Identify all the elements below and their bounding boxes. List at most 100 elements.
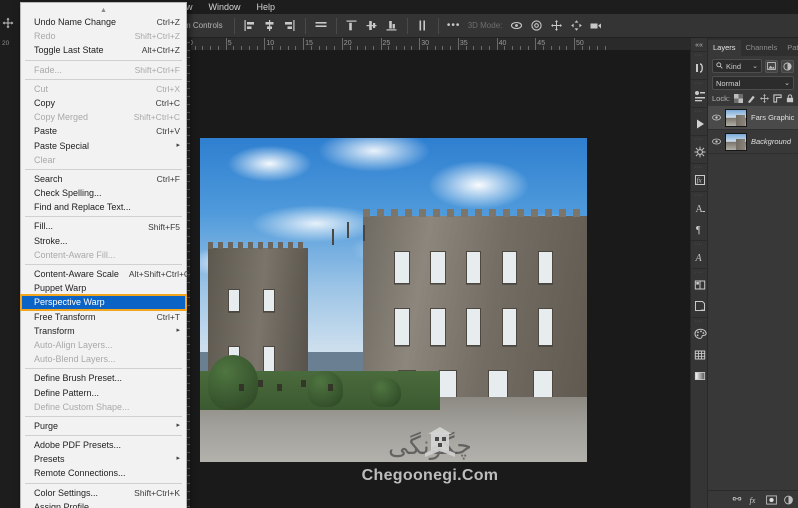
menu-item-stroke[interactable]: Stroke... xyxy=(21,234,186,248)
menu-item-purge[interactable]: Purge ▸ xyxy=(21,419,186,433)
layer-list[interactable]: Fars Graphic Background xyxy=(708,106,798,490)
menu-item-paste[interactable]: Paste Ctrl+V xyxy=(21,124,186,138)
shrub xyxy=(207,355,259,411)
align-top-edges-icon[interactable] xyxy=(343,17,361,35)
filter-pixel-layers-icon[interactable] xyxy=(765,59,778,73)
menu-item-define-brush-preset[interactable]: Define Brush Preset... xyxy=(21,371,186,385)
blend-mode-select[interactable]: Normal ⌄ xyxy=(712,76,794,90)
horizontal-ruler[interactable]: 05101520253035404550 xyxy=(178,38,690,51)
menu-item-paste-special[interactable]: Paste Special ▸ xyxy=(21,139,186,153)
menu-item-label: Define Custom Shape... xyxy=(34,401,130,412)
divider xyxy=(335,17,337,34)
ruler-tick xyxy=(341,38,343,50)
tab-channels[interactable]: Channels xyxy=(741,40,783,56)
tab-paths[interactable]: Path xyxy=(782,40,798,56)
menu-item-check-spelling[interactable]: Check Spelling... xyxy=(21,186,186,200)
expand-panels-icon[interactable]: «« xyxy=(691,40,707,51)
menu-item-copy[interactable]: Copy Ctrl+C xyxy=(21,96,186,110)
menu-item-label: Assign Profile... xyxy=(34,501,97,508)
ruler-minor-tick xyxy=(372,46,374,50)
tab-layers[interactable]: Layers xyxy=(708,40,741,56)
color-icon[interactable] xyxy=(691,344,709,365)
menu-item-fill[interactable]: Fill... Shift+F5 xyxy=(21,219,186,233)
layer-filter-kind[interactable]: Kind ⌄ xyxy=(712,59,762,73)
glyphs-icon[interactable]: A xyxy=(691,246,709,267)
lock-position-icon[interactable] xyxy=(759,94,769,103)
link-layers-icon[interactable] xyxy=(731,496,743,504)
libraries-icon[interactable] xyxy=(691,274,709,295)
menu-bar-item-window[interactable]: Window xyxy=(201,0,249,14)
align-bottom-edges-icon[interactable] xyxy=(383,17,401,35)
align-left-edges-icon[interactable] xyxy=(241,17,259,35)
menu-item-assign-profile[interactable]: Assign Profile... xyxy=(21,500,186,508)
gradients-icon[interactable] xyxy=(691,365,709,386)
document-image[interactable] xyxy=(200,138,587,462)
edit-menu-dropdown[interactable]: ▲ Undo Name Change Ctrl+Z Redo Shift+Ctrl+Z… xyxy=(20,2,190,508)
menu-item-undo-name-change[interactable]: Undo Name Change Ctrl+Z xyxy=(21,15,186,29)
distribute-vertically-icon[interactable] xyxy=(414,17,432,35)
play-icon[interactable] xyxy=(691,113,709,134)
menu-item-content-aware-scale[interactable]: Content-Aware Scale Alt+Shift+Ctrl+C xyxy=(21,267,190,281)
align-vertical-centers-icon[interactable] xyxy=(363,17,381,35)
menu-item-remote-connections[interactable]: Remote Connections... xyxy=(21,466,186,480)
lock-transparent-pixels-icon[interactable] xyxy=(733,94,743,103)
eye-icon[interactable] xyxy=(711,114,721,121)
align-right-edges-icon[interactable] xyxy=(281,17,299,35)
menu-bar-item-help[interactable]: Help xyxy=(249,0,284,14)
filter-adjustment-layers-icon[interactable] xyxy=(781,59,794,73)
slide-3d-icon[interactable] xyxy=(567,17,585,35)
menu-separator xyxy=(25,168,182,170)
menu-item-presets[interactable]: Presets ▸ xyxy=(21,452,186,466)
menu-item-puppet-warp[interactable]: Puppet Warp xyxy=(21,281,186,295)
new-fill-adjustment-icon[interactable] xyxy=(783,495,794,505)
menu-item-perspective-warp[interactable]: Perspective Warp xyxy=(20,294,187,311)
add-layer-style-icon[interactable]: fx xyxy=(749,495,760,505)
layer-row-background[interactable]: Background xyxy=(708,130,798,154)
submenu-arrow-icon: ▸ xyxy=(176,326,180,334)
menu-item-find-and-replace-text[interactable]: Find and Replace Text... xyxy=(21,200,186,214)
roll-3d-icon[interactable] xyxy=(527,17,545,35)
menu-item-auto-blend-layers: Auto-Blend Layers... xyxy=(21,352,186,366)
history-icon[interactable] xyxy=(691,57,709,78)
camera-3d-icon[interactable] xyxy=(587,17,605,35)
options-bar: m Controls ••• 3D Mode: xyxy=(178,14,798,38)
distribute-horizontally-icon[interactable] xyxy=(312,17,330,35)
menu-scroll-up-icon[interactable]: ▲ xyxy=(21,5,186,15)
character-icon[interactable]: A xyxy=(691,197,709,218)
lock-all-icon[interactable] xyxy=(786,94,794,103)
menu-item-color-settings[interactable]: Color Settings... Shift+Ctrl+K xyxy=(21,486,186,500)
chevron-down-icon[interactable]: ⌄ xyxy=(784,79,790,87)
ruler-tick xyxy=(574,38,575,50)
layer-thumbnail[interactable] xyxy=(725,132,747,151)
menu-item-adobe-pdf-presets[interactable]: Adobe PDF Presets... xyxy=(21,438,186,452)
notes-icon[interactable] xyxy=(691,295,709,316)
styles-icon[interactable]: fx xyxy=(691,169,709,190)
menu-item-search[interactable]: Search Ctrl+F xyxy=(21,172,186,186)
chevron-down-icon[interactable]: ⌄ xyxy=(752,62,758,70)
menu-item-transform[interactable]: Transform ▸ xyxy=(21,324,186,338)
more-options-icon[interactable]: ••• xyxy=(445,17,463,35)
paragraph-icon[interactable]: ¶ xyxy=(691,218,709,239)
canvas-area[interactable]: چگونگی Chegoonegi.Com xyxy=(191,51,690,508)
swatches-icon[interactable] xyxy=(691,323,709,344)
menu-separator xyxy=(25,59,182,61)
spire-icon xyxy=(347,222,350,239)
orbit-3d-icon[interactable] xyxy=(507,17,525,35)
move-tool-icon[interactable] xyxy=(2,16,14,34)
layer-thumbnail[interactable] xyxy=(725,108,747,127)
ruler-minor-tick xyxy=(287,46,289,50)
ruler-minor-tick xyxy=(248,46,250,50)
menu-separator xyxy=(25,415,182,417)
lock-artboard-nesting-icon[interactable] xyxy=(773,94,782,103)
menu-item-free-transform[interactable]: Free Transform Ctrl+T xyxy=(21,310,186,324)
menu-item-toggle-last-state[interactable]: Toggle Last State Alt+Ctrl+Z xyxy=(21,43,186,57)
align-horizontal-centers-icon[interactable] xyxy=(261,17,279,35)
adjustments-icon[interactable] xyxy=(691,141,709,162)
menu-item-define-pattern[interactable]: Define Pattern... xyxy=(21,386,186,400)
lock-image-pixels-icon[interactable] xyxy=(747,94,756,103)
actions-icon[interactable] xyxy=(691,85,709,106)
add-layer-mask-icon[interactable] xyxy=(766,494,777,505)
pan-3d-icon[interactable] xyxy=(547,17,565,35)
layer-row-fars-graphic[interactable]: Fars Graphic xyxy=(708,106,798,130)
eye-icon[interactable] xyxy=(711,138,721,145)
